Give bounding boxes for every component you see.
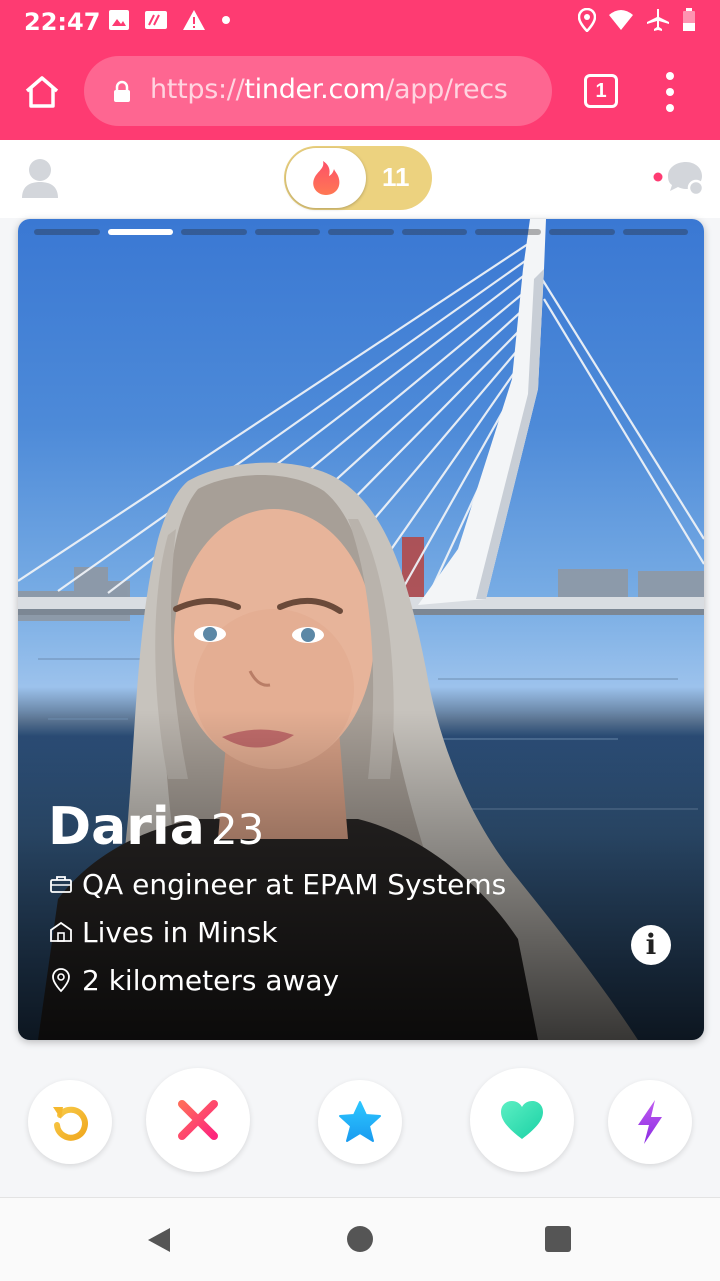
- flame-icon: [313, 161, 340, 195]
- system-nav-bar: [0, 1197, 720, 1281]
- status-bar: 22:47: [0, 0, 720, 44]
- lightning-icon: [638, 1100, 662, 1144]
- profile-card[interactable]: Daria 23 QA engineer at EPAM Systems Live…: [18, 219, 704, 1040]
- info-button[interactable]: i: [631, 925, 671, 965]
- photo-progress-segment[interactable]: [181, 229, 247, 235]
- star-icon: [339, 1101, 381, 1142]
- boost-count: 11: [382, 162, 410, 192]
- chat-icon: [653, 162, 705, 197]
- photo-progress-bar: [34, 229, 689, 235]
- user-icon: [22, 159, 58, 198]
- home-nav-button[interactable]: [347, 1226, 373, 1252]
- job-row: QA engineer at EPAM Systems: [48, 860, 506, 908]
- more-options-button[interactable]: [655, 72, 685, 112]
- recents-button[interactable]: [545, 1226, 571, 1252]
- profile-button[interactable]: [20, 156, 60, 200]
- close-icon: [178, 1100, 218, 1140]
- info-icon: i: [645, 928, 657, 961]
- status-icons-right: [577, 7, 696, 37]
- url-text: https://tinder.com/app/recs: [150, 74, 508, 105]
- menu-dot: [666, 88, 674, 96]
- messages-button[interactable]: [648, 158, 706, 200]
- status-icons-left: [108, 8, 232, 36]
- distance-row: 2 kilometers away: [48, 956, 506, 1004]
- rewind-button[interactable]: [28, 1080, 112, 1164]
- name-age-line: Daria 23: [48, 797, 506, 860]
- url-field[interactable]: https://tinder.com/app/recs: [84, 56, 552, 126]
- undo-icon: [53, 1106, 88, 1141]
- wifi-icon: [608, 9, 634, 36]
- battery-low-icon: [682, 7, 696, 37]
- photo-progress-segment[interactable]: [107, 229, 174, 235]
- warning-icon: [182, 9, 206, 36]
- action-bar: [0, 1060, 720, 1190]
- profile-age: 23: [210, 805, 265, 854]
- url-path: /app/recs: [385, 74, 508, 105]
- boost-button[interactable]: [608, 1080, 692, 1164]
- photo-progress-segment[interactable]: [34, 229, 100, 235]
- location-icon: [577, 7, 597, 37]
- url-host: tinder.com: [244, 74, 386, 105]
- photo-progress-segment[interactable]: [328, 229, 394, 235]
- airplane-icon: [646, 8, 670, 37]
- lock-icon: [112, 80, 132, 109]
- toggle-knob: [286, 148, 366, 208]
- heart-icon: [501, 1101, 543, 1139]
- menu-dot: [666, 72, 674, 80]
- city-row: Lives in Minsk: [48, 908, 506, 956]
- home-icon: [25, 76, 59, 108]
- app-header: 11: [0, 140, 720, 218]
- photo-progress-segment[interactable]: [254, 229, 321, 235]
- status-time: 22:47: [24, 8, 101, 36]
- profile-info: Daria 23 QA engineer at EPAM Systems Live…: [48, 797, 506, 1004]
- home-button[interactable]: [18, 68, 66, 116]
- profile-distance: 2 kilometers away: [82, 963, 340, 997]
- photo-progress-segment[interactable]: [475, 229, 541, 235]
- super-like-button[interactable]: [318, 1080, 402, 1164]
- profile-job: QA engineer at EPAM Systems: [82, 867, 507, 901]
- dot-icon: [220, 13, 232, 31]
- back-triangle-icon: [148, 1228, 170, 1252]
- url-scheme: https://: [150, 74, 245, 105]
- profile-name: Daria: [48, 797, 205, 857]
- briefcase-icon: [48, 871, 74, 897]
- photo-progress-segment[interactable]: [622, 229, 689, 235]
- mode-toggle[interactable]: 11: [284, 146, 432, 210]
- like-button[interactable]: [470, 1068, 574, 1172]
- menu-dot: [666, 104, 674, 112]
- profile-city: Lives in Minsk: [82, 915, 278, 949]
- sim-card-icon: [144, 10, 168, 35]
- location-pin-icon: [48, 967, 74, 993]
- browser-toolbar: https://tinder.com/app/recs 1: [0, 44, 720, 140]
- nope-button[interactable]: [146, 1068, 250, 1172]
- house-icon: [48, 919, 74, 945]
- back-button[interactable]: [146, 1226, 172, 1259]
- tab-switcher-button[interactable]: 1: [584, 74, 618, 108]
- photo-progress-segment[interactable]: [401, 229, 468, 235]
- image-icon: [108, 9, 130, 36]
- photo-progress-segment[interactable]: [548, 229, 615, 235]
